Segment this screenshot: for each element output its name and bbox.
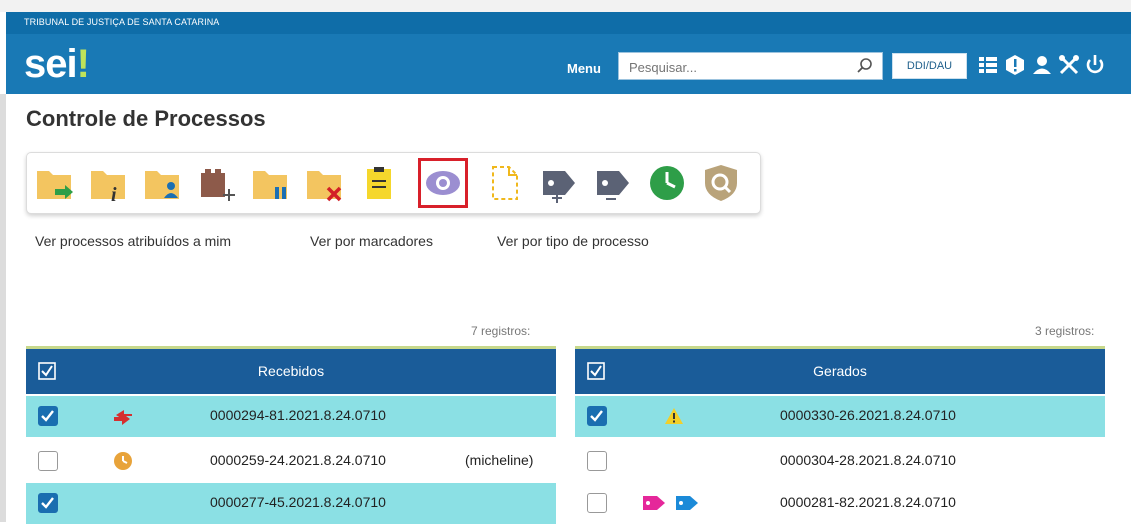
received-header-label: Recebidos bbox=[257, 363, 325, 379]
process-number[interactable]: 0000277-45.2021.8.24.0710 bbox=[210, 494, 386, 510]
received-count: 7 registros: bbox=[471, 324, 531, 338]
pink-tag-icon bbox=[643, 496, 665, 510]
process-number[interactable]: 0000330-26.2021.8.24.0710 bbox=[780, 407, 956, 423]
clock-icon bbox=[114, 452, 132, 470]
check-icon bbox=[590, 410, 603, 422]
unit-selector[interactable]: DDI/DAU bbox=[892, 53, 967, 79]
process-toolbar: i bbox=[26, 152, 761, 214]
row-checkbox[interactable] bbox=[38, 406, 58, 426]
table-row[interactable]: 0000259-24.2021.8.24.0710 (micheline) bbox=[26, 441, 556, 482]
link-assigned-to-me[interactable]: Ver processos atribuídos a mim bbox=[35, 233, 231, 249]
search-icon[interactable] bbox=[856, 57, 874, 75]
view-eye-icon[interactable] bbox=[418, 158, 468, 208]
close-folder-icon[interactable] bbox=[303, 161, 347, 205]
search-shield-icon[interactable] bbox=[699, 161, 743, 205]
grid-icon[interactable] bbox=[977, 54, 999, 76]
process-info-folder-icon[interactable]: i bbox=[87, 161, 131, 205]
tribunal-name: TRIBUNAL DE JUSTIÇA DE SANTA CATARINA bbox=[24, 17, 220, 27]
process-number[interactable]: 0000259-24.2021.8.24.0710 bbox=[210, 452, 386, 468]
table-row[interactable]: 0000330-26.2021.8.24.0710 bbox=[575, 396, 1105, 437]
alert-icon[interactable] bbox=[1004, 54, 1026, 76]
table-row[interactable]: 0000277-45.2021.8.24.0710 bbox=[26, 483, 556, 524]
document-note-icon[interactable] bbox=[357, 161, 401, 205]
process-number[interactable]: 0000304-28.2021.8.24.0710 bbox=[780, 452, 956, 468]
add-tag-icon[interactable] bbox=[537, 161, 581, 205]
process-number[interactable]: 0000294-81.2021.8.24.0710 bbox=[210, 407, 386, 423]
logo-text: sei bbox=[24, 42, 78, 86]
tools-icon[interactable] bbox=[1058, 54, 1080, 76]
row-checkbox[interactable] bbox=[38, 451, 58, 471]
logo-bang: ! bbox=[76, 42, 90, 86]
clock-icon[interactable] bbox=[645, 161, 689, 205]
left-edge bbox=[0, 94, 6, 522]
menu-button[interactable]: Menu bbox=[567, 61, 601, 76]
svg-text:i: i bbox=[111, 184, 117, 205]
table-row[interactable]: 0000294-81.2021.8.24.0710 bbox=[26, 396, 556, 437]
table-row[interactable]: 0000281-82.2021.8.24.0710 bbox=[575, 483, 1105, 524]
add-block-folder-icon[interactable] bbox=[195, 161, 239, 205]
power-icon[interactable] bbox=[1084, 54, 1106, 76]
search-input[interactable] bbox=[627, 57, 851, 77]
blue-tag-icon bbox=[676, 496, 698, 510]
new-process-folder-icon[interactable] bbox=[33, 161, 77, 205]
row-checkbox[interactable] bbox=[587, 493, 607, 513]
transfer-arrows-icon bbox=[114, 410, 132, 425]
dashed-document-icon[interactable] bbox=[483, 161, 527, 205]
generated-count: 3 registros: bbox=[1035, 324, 1095, 338]
row-checkbox[interactable] bbox=[38, 493, 58, 513]
warning-icon bbox=[665, 408, 683, 424]
link-by-markers[interactable]: Ver por marcadores bbox=[310, 233, 433, 249]
generated-table-header: Gerados bbox=[575, 349, 1105, 394]
table-row[interactable]: 0000304-28.2021.8.24.0710 bbox=[575, 441, 1105, 482]
suspend-folder-icon[interactable] bbox=[249, 161, 293, 205]
process-number[interactable]: 0000281-82.2021.8.24.0710 bbox=[780, 494, 956, 510]
generated-header-label: Gerados bbox=[813, 363, 867, 379]
link-by-process-type[interactable]: Ver por tipo de processo bbox=[497, 233, 649, 249]
sei-logo[interactable]: sei! bbox=[24, 42, 90, 86]
assign-user-folder-icon[interactable] bbox=[141, 161, 185, 205]
page-title: Controle de Processos bbox=[26, 106, 266, 131]
row-checkbox[interactable] bbox=[587, 406, 607, 426]
assigned-user: (micheline) bbox=[465, 452, 534, 468]
received-table-header: Recebidos bbox=[26, 349, 556, 394]
check-icon bbox=[41, 410, 54, 422]
check-icon bbox=[41, 497, 54, 509]
app-header: TRIBUNAL DE JUSTIÇA DE SANTA CATARINA se… bbox=[6, 12, 1131, 94]
row-checkbox[interactable] bbox=[587, 451, 607, 471]
remove-tag-icon[interactable] bbox=[591, 161, 635, 205]
search-box bbox=[618, 52, 883, 80]
user-icon[interactable] bbox=[1031, 54, 1053, 76]
top-strip bbox=[0, 0, 1131, 12]
